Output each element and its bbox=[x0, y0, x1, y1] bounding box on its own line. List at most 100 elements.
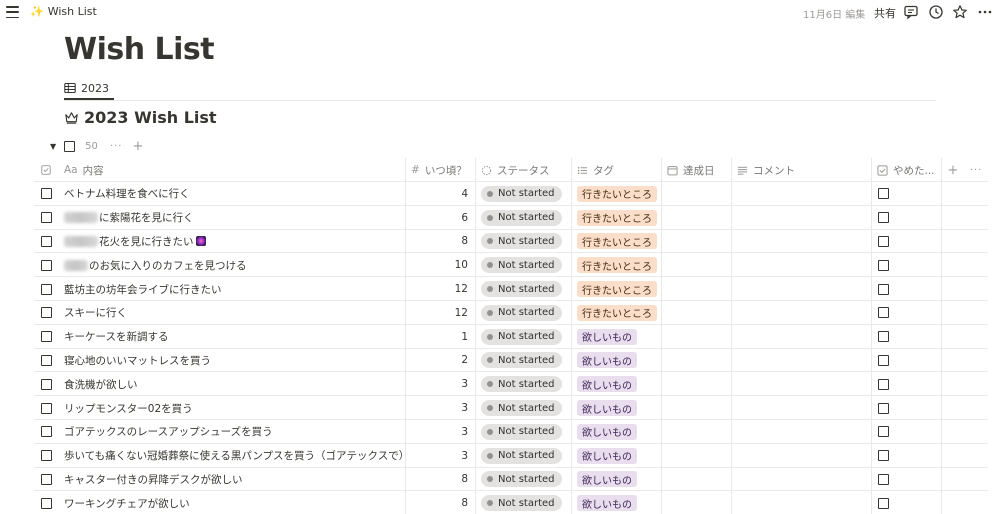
quit-cell[interactable] bbox=[872, 300, 942, 325]
tag-cell[interactable]: 欲しいもの bbox=[572, 324, 662, 349]
row-select-checkbox[interactable] bbox=[40, 331, 52, 343]
quit-cell[interactable] bbox=[872, 277, 942, 301]
status-badge[interactable]: Not started bbox=[481, 495, 562, 512]
name-cell[interactable]: リップモンスター02を買う bbox=[58, 396, 406, 420]
quit-cell[interactable] bbox=[872, 348, 942, 373]
quit-checkbox[interactable] bbox=[878, 426, 889, 438]
history-clock-icon[interactable] bbox=[928, 4, 944, 20]
name-cell[interactable]: のお気に入りのカフェを見つける bbox=[58, 253, 406, 278]
quit-checkbox[interactable] bbox=[878, 450, 889, 462]
comment-cell[interactable] bbox=[732, 372, 872, 397]
status-badge[interactable]: Not started bbox=[481, 352, 562, 369]
column-header-when[interactable]: # いつ頃？ bbox=[406, 158, 476, 182]
column-more-icon[interactable]: ··· bbox=[964, 158, 988, 182]
quit-cell[interactable] bbox=[872, 396, 942, 420]
row-select-cell[interactable] bbox=[34, 301, 58, 325]
column-header-status[interactable]: ステータス bbox=[476, 158, 572, 182]
row-select-checkbox[interactable] bbox=[40, 307, 52, 319]
quit-checkbox[interactable] bbox=[878, 235, 889, 247]
tag-badge[interactable]: 行きたいところ bbox=[577, 233, 657, 250]
date-cell[interactable] bbox=[662, 396, 732, 420]
status-cell[interactable]: Not started bbox=[476, 324, 572, 349]
comment-cell[interactable] bbox=[732, 277, 872, 301]
quit-cell[interactable] bbox=[872, 205, 942, 230]
date-cell[interactable] bbox=[662, 300, 732, 325]
status-badge[interactable]: Not started bbox=[481, 281, 562, 298]
name-cell[interactable]: 歩いても痛くない冠婚葬祭に使える黒パンプスを買う（ゴアテックスで） bbox=[58, 443, 406, 468]
status-badge[interactable]: Not started bbox=[481, 185, 562, 202]
row-select-cell[interactable] bbox=[34, 468, 58, 492]
name-cell[interactable]: 花火を見に行きたい bbox=[58, 229, 406, 254]
status-badge[interactable]: Not started bbox=[481, 423, 562, 440]
date-cell[interactable] bbox=[662, 419, 732, 444]
table-row[interactable]: 花火を見に行きたい 8 Not started 行きたいところ bbox=[34, 229, 988, 254]
tag-cell[interactable]: 欲しいもの bbox=[572, 372, 662, 397]
share-button[interactable]: 共有 bbox=[874, 5, 896, 21]
name-cell[interactable]: ワーキングチェアが欲しい bbox=[58, 491, 406, 514]
comment-cell[interactable] bbox=[732, 467, 872, 492]
status-cell[interactable]: Not started bbox=[476, 348, 572, 373]
when-cell[interactable]: 3 bbox=[406, 419, 476, 444]
tag-badge[interactable]: 欲しいもの bbox=[577, 328, 637, 345]
tag-cell[interactable]: 行きたいところ bbox=[572, 277, 662, 301]
when-cell[interactable]: 10 bbox=[406, 253, 476, 278]
table-row[interactable]: 食洗機が欲しい 3 Not started 欲しいもの bbox=[34, 372, 988, 397]
name-cell[interactable]: 食洗機が欲しい bbox=[58, 372, 406, 397]
row-select-checkbox[interactable] bbox=[40, 354, 52, 366]
quit-cell[interactable] bbox=[872, 467, 942, 492]
name-cell[interactable]: 寝心地のいいマットレスを買う bbox=[58, 348, 406, 373]
table-row[interactable]: に紫陽花を見に行く 6 Not started 行きたいところ bbox=[34, 205, 988, 230]
row-select-cell[interactable] bbox=[34, 206, 58, 230]
date-cell[interactable] bbox=[662, 348, 732, 373]
tag-badge[interactable]: 欲しいもの bbox=[577, 471, 637, 488]
table-row[interactable]: 藍坊主の坊年会ライブに行きたい 12 Not started 行きたいところ bbox=[34, 277, 988, 301]
row-select-cell[interactable] bbox=[34, 372, 58, 396]
name-cell[interactable]: キャスター付きの昇降デスクが欲しい bbox=[58, 467, 406, 492]
status-badge[interactable]: Not started bbox=[481, 400, 562, 417]
quit-checkbox[interactable] bbox=[878, 378, 889, 390]
when-cell[interactable]: 3 bbox=[406, 443, 476, 468]
row-select-checkbox[interactable] bbox=[40, 450, 52, 462]
row-select-cell[interactable] bbox=[34, 277, 58, 301]
quit-checkbox[interactable] bbox=[878, 331, 889, 343]
database-title[interactable]: 2023 Wish List bbox=[64, 108, 217, 127]
more-dots-icon[interactable] bbox=[977, 4, 993, 20]
quit-cell[interactable] bbox=[872, 443, 942, 468]
tag-cell[interactable]: 行きたいところ bbox=[572, 253, 662, 278]
date-cell[interactable] bbox=[662, 491, 732, 514]
column-header-date[interactable]: 達成日 bbox=[662, 158, 732, 182]
status-badge[interactable]: Not started bbox=[481, 257, 562, 274]
quit-checkbox[interactable] bbox=[878, 473, 889, 485]
name-cell[interactable]: キーケースを新調する bbox=[58, 324, 406, 349]
select-all-checkbox[interactable] bbox=[34, 158, 58, 182]
status-badge[interactable]: Not started bbox=[481, 209, 562, 226]
tag-badge[interactable]: 欲しいもの bbox=[577, 495, 637, 512]
quit-cell[interactable] bbox=[872, 253, 942, 278]
status-cell[interactable]: Not started bbox=[476, 419, 572, 444]
tag-cell[interactable]: 欲しいもの bbox=[572, 443, 662, 468]
name-cell[interactable]: に紫陽花を見に行く bbox=[58, 205, 406, 230]
date-cell[interactable] bbox=[662, 372, 732, 397]
table-row[interactable]: ゴアテックスのレースアップシューズを買う 3 Not started 欲しいもの bbox=[34, 419, 988, 444]
table-row[interactable]: リップモンスター02を買う 3 Not started 欲しいもの bbox=[34, 396, 988, 420]
star-icon[interactable] bbox=[952, 4, 968, 20]
tag-cell[interactable]: 行きたいところ bbox=[572, 229, 662, 254]
table-row[interactable]: スキーに行く 12 Not started 行きたいところ bbox=[34, 300, 988, 325]
comment-cell[interactable] bbox=[732, 396, 872, 420]
tag-cell[interactable]: 行きたいところ bbox=[572, 205, 662, 230]
column-header-comment[interactable]: コメント bbox=[732, 158, 872, 182]
status-badge[interactable]: Not started bbox=[481, 471, 562, 488]
when-cell[interactable]: 12 bbox=[406, 300, 476, 325]
date-cell[interactable] bbox=[662, 205, 732, 230]
comment-cell[interactable] bbox=[732, 300, 872, 325]
comment-icon[interactable] bbox=[903, 4, 919, 20]
date-cell[interactable] bbox=[662, 467, 732, 492]
column-header-tag[interactable]: タグ bbox=[572, 158, 662, 182]
comment-cell[interactable] bbox=[732, 443, 872, 468]
status-cell[interactable]: Not started bbox=[476, 491, 572, 514]
tag-cell[interactable]: 欲しいもの bbox=[572, 467, 662, 492]
tag-badge[interactable]: 欲しいもの bbox=[577, 376, 637, 393]
add-column-icon[interactable]: + bbox=[942, 158, 964, 182]
tag-badge[interactable]: 欲しいもの bbox=[577, 423, 637, 440]
date-cell[interactable] bbox=[662, 253, 732, 278]
